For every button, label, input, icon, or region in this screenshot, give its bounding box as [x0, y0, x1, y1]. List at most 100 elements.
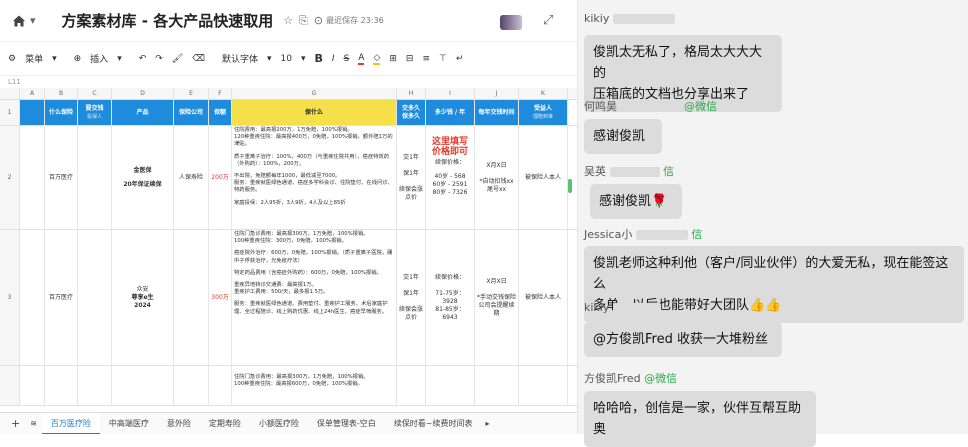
cell[interactable]: 这里填写 价格即可 续保价格： 40岁 - 568 60岁 - 2591 80岁…	[426, 126, 475, 229]
tab-sheet[interactable]: 中高端医疗	[100, 413, 158, 435]
chat-bubble[interactable]: 哈哈哈，创信是一家，伙伴互帮互助奥	[584, 391, 816, 447]
redo-icon[interactable]: ↷	[155, 54, 163, 64]
column-header[interactable]: C	[78, 88, 112, 99]
column-header[interactable]: A	[20, 88, 45, 99]
tab-sheet[interactable]: 定期寿险	[200, 413, 250, 435]
header-cell[interactable]: 要交钱 投保人	[78, 100, 112, 125]
header-cell[interactable]: 保额	[209, 100, 232, 125]
cell[interactable]	[519, 366, 568, 405]
column-header[interactable]: H	[397, 88, 426, 99]
cell[interactable]	[78, 230, 112, 365]
cell[interactable]	[475, 366, 519, 405]
cell[interactable]	[20, 366, 45, 405]
cell[interactable]	[78, 366, 112, 405]
home-icon[interactable]	[8, 10, 30, 32]
scrollbar-thumb[interactable]	[568, 179, 572, 193]
cell-reference[interactable]: L11	[0, 76, 577, 88]
cell[interactable]	[78, 126, 112, 229]
header-cell[interactable]	[20, 100, 45, 125]
header-cell[interactable]: 交多久 保多久	[397, 100, 426, 125]
insert-button[interactable]: 插入	[90, 52, 108, 65]
table-row[interactable]: 住院门急诊费用：最高报300万，1万免赔，100%报销。 100种重疾住院：最高…	[0, 366, 577, 406]
cell[interactable]: 交1年 保1年 续保会涨点价	[397, 126, 426, 229]
chevron-down-icon[interactable]: ▾	[267, 54, 272, 64]
cell[interactable]: 百万医疗	[45, 230, 78, 365]
header-cell[interactable]: 保什么	[232, 100, 397, 125]
cell[interactable]: 住院费用：最高报200万，1万免赔，100%报销。 120种重疾住院：最高报40…	[232, 126, 397, 229]
sheet-grid[interactable]: A B C D E F G H I J K 1 什么保险 要交钱 投保人 产品 保…	[0, 88, 577, 406]
font-select[interactable]: 默认字体	[222, 52, 258, 65]
scroll-tabs-right-icon[interactable]: ▸	[482, 413, 494, 435]
merge-cells-icon[interactable]: ⊟	[406, 54, 414, 64]
tab-sheet[interactable]: 小额医疗险	[250, 413, 308, 435]
font-color-icon[interactable]: A	[358, 53, 365, 65]
italic-icon[interactable]: I	[332, 54, 335, 64]
header-cell[interactable]: 受益人 理赔到谁	[519, 100, 568, 125]
align-icon[interactable]: ≡	[422, 54, 430, 64]
cell[interactable]	[209, 366, 232, 405]
chevron-down-icon[interactable]: ▾	[117, 54, 122, 64]
column-header[interactable]: I	[426, 88, 475, 99]
cell[interactable]: 交1年 保1年 续保会涨点价	[397, 230, 426, 365]
expand-icon[interactable]: ⤢	[543, 13, 553, 28]
share-icon[interactable]: ⎘	[299, 14, 308, 28]
row-number[interactable]: 1	[0, 100, 20, 125]
header-cell[interactable]: 保险公司	[174, 100, 209, 125]
row-number[interactable]	[0, 366, 20, 405]
header-cell[interactable]: 多少钱 / 年	[426, 100, 475, 125]
cell[interactable]	[174, 230, 209, 365]
wrap-icon[interactable]: ↵	[456, 54, 464, 64]
menu-button[interactable]: 菜单	[25, 52, 43, 65]
cell[interactable]: 300万	[209, 230, 232, 365]
chat-bubble[interactable]: 感谢俊凯🌹	[590, 184, 682, 219]
doc-title[interactable]: 方案素材库 - 各大产品快速取用	[62, 10, 274, 31]
row-number[interactable]: 3	[0, 230, 20, 365]
column-header[interactable]: G	[232, 88, 397, 99]
layers-icon[interactable]: ≋	[25, 413, 42, 435]
column-header[interactable]: B	[45, 88, 78, 99]
tab-sheet[interactable]: 百万医疗险	[41, 412, 100, 434]
chat-bubble[interactable]: @方俊凯Fred 收获一大堆粉丝	[584, 322, 782, 357]
cell[interactable]	[20, 230, 45, 365]
column-header[interactable]: D	[112, 88, 174, 99]
column-header[interactable]: E	[174, 88, 209, 99]
tab-sheet[interactable]: 意外险	[158, 413, 200, 435]
chevron-down-icon[interactable]: ▾	[301, 54, 306, 64]
column-header[interactable]: F	[209, 88, 232, 99]
cell[interactable]	[426, 366, 475, 405]
cell[interactable]: X月X日 *自动扣钱xx尾号xx	[475, 126, 519, 229]
cell[interactable]	[20, 126, 45, 229]
cell[interactable]: X月X日 *手动交钱保险公司会提醒续期	[475, 230, 519, 365]
cell[interactable]: 人保寿险	[174, 126, 209, 229]
menu-icon[interactable]: ⚙	[8, 54, 16, 64]
fill-color-icon[interactable]: ◇	[373, 53, 381, 65]
chevron-down-icon[interactable]: ▾	[30, 14, 36, 27]
column-header[interactable]: K	[519, 88, 568, 99]
cell[interactable]: 百万医疗	[45, 126, 78, 229]
cell[interactable]: 金医保 20年保证续保	[112, 126, 174, 229]
header-cell[interactable]: 什么保险	[45, 100, 78, 125]
bold-icon[interactable]: B	[315, 52, 323, 65]
border-icon[interactable]: ⊞	[389, 54, 397, 64]
valign-icon[interactable]: ⊤	[439, 54, 447, 64]
avatar[interactable]	[500, 15, 522, 30]
cell[interactable]: 住院门急诊费用：最高报300万，1万免赔，100%报销。 100种重疾住院：最高…	[232, 366, 397, 405]
table-row[interactable]: 3 百万医疗 众安 尊享e生 2024 300万 住院门急诊费用：最高报300万…	[0, 230, 577, 366]
cell[interactable]	[112, 366, 174, 405]
undo-icon[interactable]: ↶	[139, 54, 147, 64]
star-icon[interactable]: ☆	[283, 14, 293, 27]
tab-sheet[interactable]: 保单管理表-空白	[308, 413, 385, 435]
strikethrough-icon[interactable]: S	[344, 54, 350, 64]
format-painter-icon[interactable]: 🖌	[172, 54, 183, 64]
font-size-select[interactable]: 10	[281, 54, 292, 64]
header-cell[interactable]: 每年交钱时间	[475, 100, 519, 125]
corner-cell[interactable]	[0, 88, 20, 99]
tab-sheet[interactable]: 续保时看~续费时间表	[385, 413, 482, 435]
chevron-down-icon[interactable]: ▾	[52, 54, 57, 64]
cell[interactable]	[397, 366, 426, 405]
column-header[interactable]: J	[475, 88, 519, 99]
cell[interactable]: 众安 尊享e生 2024	[112, 230, 174, 365]
cell[interactable]: 住院门急诊费用：最高报300万，1万免赔，100%报销。 100种重疾住院：30…	[232, 230, 397, 365]
cell[interactable]	[174, 366, 209, 405]
cell[interactable]: 续保价格： 71-75岁：3928 81-85岁：6943	[426, 230, 475, 365]
